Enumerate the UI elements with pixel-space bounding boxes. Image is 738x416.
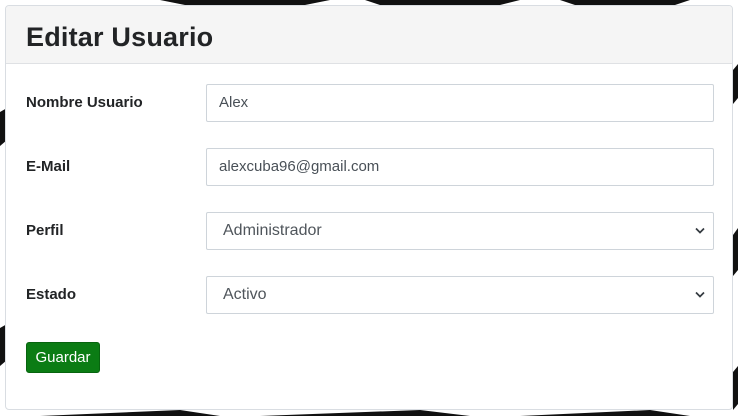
profile-row: Perfil Administrador [6, 212, 732, 250]
profile-select[interactable]: Administrador [206, 212, 714, 250]
status-select[interactable]: Activo [206, 276, 714, 314]
edit-user-card: Editar Usuario Nombre Usuario Alex E-Mai… [5, 5, 733, 410]
profile-label: Perfil [26, 222, 64, 239]
chevron-down-icon [695, 227, 705, 234]
page-title: Editar Usuario [26, 22, 214, 52]
page: Editar Usuario Nombre Usuario Alex E-Mai… [0, 0, 738, 416]
username-label: Nombre Usuario [26, 94, 143, 111]
status-label: Estado [26, 286, 77, 303]
email-row: E-Mail alexcuba96@gmail.com [6, 148, 732, 186]
save-button[interactable]: Guardar [26, 342, 100, 373]
profile-selected-value: Administrador [223, 222, 322, 239]
email-label: E-Mail [26, 158, 71, 175]
username-input[interactable]: Alex [206, 84, 714, 122]
email-input[interactable]: alexcuba96@gmail.com [206, 148, 714, 186]
card-header: Editar Usuario [6, 6, 732, 64]
chevron-down-icon [695, 291, 705, 298]
username-row: Nombre Usuario Alex [6, 84, 732, 122]
status-row: Estado Activo [6, 276, 732, 314]
status-selected-value: Activo [223, 286, 267, 303]
